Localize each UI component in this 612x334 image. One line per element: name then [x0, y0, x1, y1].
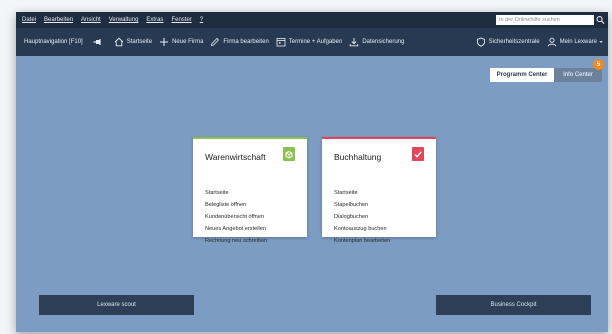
- user-icon: [547, 37, 556, 47]
- card-title[interactable]: Buchhaltung: [334, 152, 381, 162]
- home-icon: [114, 37, 124, 47]
- mein-lexware-button[interactable]: Mein Lexware: [547, 37, 604, 47]
- main-navigation-button[interactable]: Hauptnavigation [F10]: [24, 39, 83, 45]
- shield-icon: [476, 37, 485, 47]
- neue-firma-button[interactable]: Neue Firma: [159, 37, 203, 47]
- neue-firma-label: Neue Firma: [172, 39, 204, 45]
- search-icon[interactable]: [596, 15, 605, 25]
- warenwirtschaft-card: Warenwirtschaft Startseite Belegliste öf…: [193, 137, 307, 244]
- download-icon: [350, 38, 359, 47]
- chevron-down-icon: [599, 41, 603, 43]
- menu-datei[interactable]: Datei: [16, 17, 40, 23]
- toolbar-right: Sicherheitszentrale Mein Lexware: [476, 28, 604, 56]
- menu-bar: Datei Bearbeiten Ansicht Verwaltung Extr…: [16, 12, 608, 28]
- plus-icon: [160, 38, 169, 46]
- link-neues-angebot[interactable]: Neues Angebot erstellen: [205, 223, 267, 235]
- link-kundenuebersicht[interactable]: Kundenübersicht öffnen: [205, 211, 267, 223]
- center-tabs: Programm Center Info Center 5: [490, 59, 604, 82]
- startseite-button[interactable]: Startseite: [114, 37, 152, 47]
- pin-icon: [93, 39, 101, 45]
- menu-fenster[interactable]: Fenster: [167, 17, 195, 23]
- buchhaltung-card: Buchhaltung Startseite Stapelbuchen Dial…: [322, 137, 436, 244]
- link-dialogbuchen[interactable]: Dialogbuchen: [334, 211, 390, 223]
- toolbar: Hauptnavigation [F10] Startseite Neue Fi…: [16, 28, 608, 56]
- datensicherung-label: Datensicherung: [362, 39, 405, 45]
- mein-lexware-label: Mein Lexware: [559, 39, 597, 45]
- startseite-label: Startseite: [126, 39, 153, 45]
- tab-info-center[interactable]: Info Center 5: [554, 59, 604, 82]
- link-stapelbuchen[interactable]: Stapelbuchen: [334, 199, 390, 211]
- link-startseite[interactable]: Startseite: [205, 187, 267, 199]
- tab-programm-center[interactable]: Programm Center: [490, 68, 554, 82]
- menu-verwaltung[interactable]: Verwaltung: [105, 17, 143, 23]
- lexware-scout-button[interactable]: Lexware scout: [39, 295, 194, 315]
- firma-bearbeiten-label: Firma bearbeiten: [223, 39, 269, 45]
- termine-aufgaben-button[interactable]: Termine + Aufgaben: [276, 37, 343, 47]
- menu-help[interactable]: ?: [196, 17, 207, 23]
- box-icon: [283, 147, 295, 161]
- link-belegliste[interactable]: Belegliste öffnen: [205, 199, 267, 211]
- lexware-window: Datei Bearbeiten Ansicht Verwaltung Extr…: [16, 12, 608, 332]
- business-cockpit-button[interactable]: Business Cockpit: [436, 295, 591, 315]
- pencil-icon: [211, 37, 220, 47]
- buchhaltung-links: Startseite Stapelbuchen Dialogbuchen Kon…: [334, 187, 390, 247]
- link-rechnung-schreiben[interactable]: Rechnung neu schreiben: [205, 235, 267, 247]
- menu-bearbeiten[interactable]: Bearbeiten: [40, 17, 77, 23]
- calendar-icon: [276, 38, 286, 47]
- menu-ansicht[interactable]: Ansicht: [77, 17, 105, 23]
- checkmark-icon: [412, 147, 424, 161]
- menu-extras[interactable]: Extras: [142, 17, 167, 23]
- sicherheitszentrale-label: Sicherheitszentrale: [488, 39, 540, 45]
- help-search-input[interactable]: [496, 15, 594, 25]
- card-title[interactable]: Warenwirtschaft: [205, 152, 266, 162]
- pin-button[interactable]: [93, 37, 106, 47]
- termine-aufgaben-label: Termine + Aufgaben: [288, 39, 343, 45]
- warenwirtschaft-links: Startseite Belegliste öffnen Kundenübers…: [205, 187, 267, 247]
- link-kontoauszug[interactable]: Kontoauszug buchen: [334, 223, 390, 235]
- datensicherung-button[interactable]: Datensicherung: [349, 37, 404, 47]
- sicherheitszentrale-button[interactable]: Sicherheitszentrale: [476, 37, 540, 47]
- link-startseite[interactable]: Startseite: [334, 187, 390, 199]
- tab-info-center-label: Info Center: [563, 72, 593, 78]
- notification-badge: 5: [593, 59, 604, 70]
- firma-bearbeiten-button[interactable]: Firma bearbeiten: [210, 37, 269, 47]
- link-kontenplan[interactable]: Kontenplan bearbeiten: [334, 235, 390, 247]
